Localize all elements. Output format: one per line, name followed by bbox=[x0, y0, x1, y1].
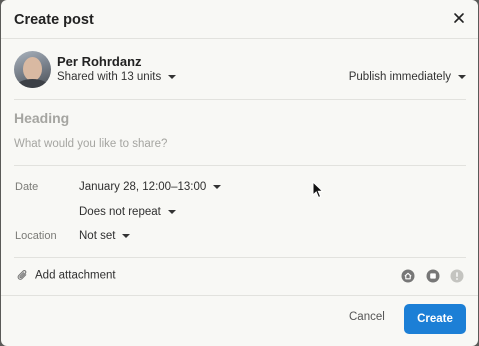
square-icon[interactable] bbox=[426, 269, 440, 283]
home-icon[interactable] bbox=[401, 269, 415, 283]
heading-input[interactable]: Heading bbox=[14, 110, 464, 126]
dialog-header: Create post bbox=[1, 0, 478, 39]
add-attachment-button[interactable]: Add attachment bbox=[16, 269, 116, 282]
divider bbox=[14, 99, 466, 100]
date-dropdown[interactable]: January 28, 12:00–13:00 bbox=[79, 181, 222, 193]
close-icon[interactable] bbox=[450, 9, 468, 27]
caret-down-icon bbox=[213, 184, 222, 189]
repeat-value: Does not repeat bbox=[79, 206, 161, 218]
location-label: Location bbox=[15, 230, 57, 242]
caret-down-icon bbox=[168, 74, 177, 79]
dialog-title: Create post bbox=[14, 12, 94, 28]
publish-timing-dropdown[interactable]: Publish immediately bbox=[349, 71, 466, 83]
divider bbox=[14, 165, 466, 166]
mouse-cursor-icon bbox=[312, 181, 324, 199]
divider bbox=[14, 257, 466, 258]
paperclip-icon bbox=[17, 270, 27, 280]
caret-down-icon bbox=[458, 74, 466, 79]
cancel-button[interactable]: Cancel bbox=[349, 311, 385, 323]
location-dropdown[interactable]: Not set bbox=[79, 230, 131, 242]
caret-down-icon bbox=[122, 233, 131, 238]
audience-label: Shared with 13 units bbox=[57, 71, 162, 83]
date-label: Date bbox=[15, 181, 39, 193]
date-value: January 28, 12:00–13:00 bbox=[79, 181, 207, 193]
avatar bbox=[14, 51, 51, 88]
add-attachment-label: Add attachment bbox=[35, 269, 116, 282]
author-name: Per Rohrdanz bbox=[57, 54, 142, 69]
publish-label: Publish immediately bbox=[348, 71, 451, 83]
audience-dropdown[interactable]: Shared with 13 units bbox=[57, 71, 177, 83]
create-button[interactable]: Create bbox=[404, 304, 466, 334]
info-icon[interactable] bbox=[450, 269, 464, 283]
caret-down-icon bbox=[167, 209, 176, 214]
body-input[interactable]: What would you like to share? bbox=[14, 138, 464, 150]
location-value: Not set bbox=[79, 230, 116, 242]
create-post-dialog: Create post Per Rohrdanz Shared with 13 … bbox=[1, 0, 478, 346]
repeat-dropdown[interactable]: Does not repeat bbox=[79, 206, 176, 218]
